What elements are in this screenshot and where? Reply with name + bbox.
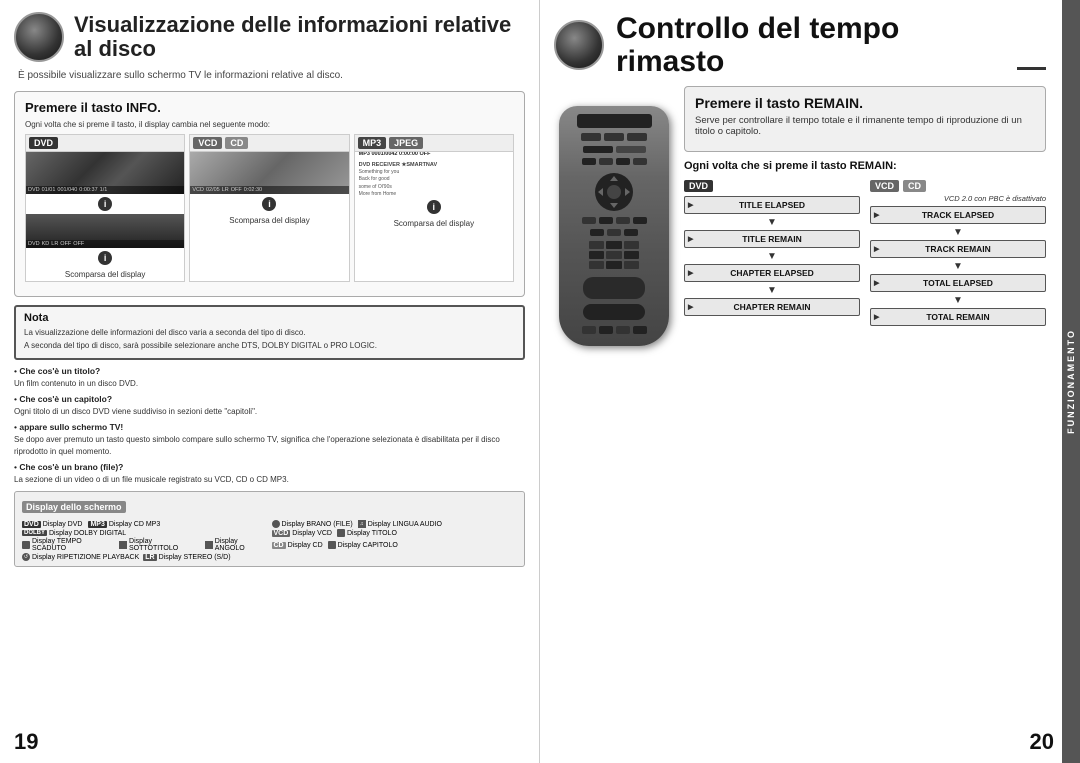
format-col-mp3: MP3 JPEG MP3 0001/0042 0:00:00 OFF DVD R… <box>354 134 514 282</box>
nota-text-2: A seconda del tipo di disco, sarà possib… <box>24 340 515 351</box>
scomparsa-dvd: Scomparsa del display <box>26 268 184 281</box>
flow-track-remain: TRACK REMAIN <box>870 240 1046 258</box>
info-icon-vcd: i <box>262 197 276 211</box>
remain-content: Premere il tasto REMAIN. Serve per contr… <box>684 86 1046 346</box>
section-remain-title: Premere il tasto REMAIN. <box>695 95 1035 111</box>
badge-jpeg: JPEG <box>389 137 423 149</box>
vcd-flow-items: TRACK ELAPSED ▼ TRACK REMAIN ▼ TOTAL ELA… <box>870 206 1046 329</box>
header-right: Controllo del tempo rimasto <box>554 12 1046 78</box>
info-icon-mp3: i <box>427 200 441 214</box>
mp3-jpeg-header: MP3 JPEG <box>355 135 513 152</box>
remote-control <box>559 106 669 346</box>
remain-question: Ogni volta che si preme il tasto REMAIN: <box>684 160 1046 172</box>
info-icon-dvd-2: i <box>98 251 112 265</box>
vcd-flow-badge: VCD <box>870 180 899 192</box>
page-left: Visualizzazione delle informazioni relat… <box>0 0 540 763</box>
scomparsa-mp3: Scomparsa del display <box>355 217 513 230</box>
remote-area <box>554 86 674 346</box>
right-content: Controllo del tempo rimasto <box>554 12 1066 346</box>
page-right: Controllo del tempo rimasto <box>540 0 1080 763</box>
badge-cd: CD <box>225 137 248 149</box>
dvd-header: DVD <box>26 135 184 152</box>
display-item-vcd: VCD Display VCD Display TITOLO <box>272 529 518 537</box>
dpad <box>595 173 633 211</box>
vcd-flow-arrow-2: ▼ <box>870 262 1046 272</box>
flow-chapter-remain: CHAPTER REMAIN <box>684 298 860 316</box>
badge-dvd: DVD <box>29 137 58 149</box>
cd-flow-badge: CD <box>903 180 926 192</box>
display-schermo-title: Display dello schermo <box>22 501 126 513</box>
dvd-flow-header: DVD <box>684 180 860 192</box>
mp3-img: MP3 0001/0042 0:00:00 OFF DVD RECEIVER ★… <box>355 152 513 197</box>
nota-title: Nota <box>24 312 515 324</box>
header-left: Visualizzazione delle informazioni relat… <box>14 12 525 62</box>
display-item-audio: Display BRANO (FILE) ♫ Display LINGUA AU… <box>272 520 518 528</box>
vcd-cd-header: VCD CD <box>190 135 348 152</box>
display-item-dolby: DOLBY Display DOLBY DIGITAL <box>22 529 268 537</box>
dvd-flow-badge: DVD <box>684 180 713 192</box>
dvd-img-top: DVD01/01001/0400:00:371/1 <box>26 152 184 194</box>
vcd-img: VCD02/05LROFF0:02:30 <box>190 152 348 194</box>
page-number-left: 19 <box>14 729 38 755</box>
section-info-box: Premere il tasto INFO. Ogni volta che si… <box>14 91 525 297</box>
flow-title-remain: TITLE REMAIN <box>684 230 860 248</box>
badge-mp3: MP3 <box>358 137 387 149</box>
main-layout-right: Premere il tasto REMAIN. Serve per contr… <box>554 86 1046 346</box>
flow-arrow-3: ▼ <box>684 286 860 296</box>
bullet-appare: • appare sullo schermo TV! Se dopo aver … <box>14 422 525 458</box>
vcd-flow-header: VCD CD <box>870 180 1046 192</box>
display-item-repeat: ↺ Display RIPETIZIONE PLAYBACK LR Displa… <box>22 553 268 561</box>
format-columns: DVD DVD01/01001/0400:00:371/1 i DVDKDLRO… <box>25 134 514 282</box>
display-item-cd: CD Display CD Display CAPITOLO <box>272 538 518 552</box>
display-schermo-box: Display dello schermo DVD Display DVD MP… <box>14 491 525 567</box>
format-col-vcd: VCD CD VCD02/05LROFF0:02:30 i Scomparsa … <box>189 134 349 282</box>
vcd-flow-col: VCD CD VCD 2.0 con PBC è disattivato TRA… <box>870 180 1046 329</box>
bullet-brano: • Che cos'è un brano (file)? La sezione … <box>14 462 525 486</box>
flow-arrow-2: ▼ <box>684 252 860 262</box>
page-left-title: Visualizzazione delle informazioni relat… <box>74 13 525 61</box>
scomparsa-vcd: Scomparsa del display <box>190 214 348 227</box>
nota-box: Nota La visualizzazione delle informazio… <box>14 305 525 360</box>
section-info-title: Premere il tasto INFO. <box>25 100 514 115</box>
header-subtitle: È possibile visualizzare sullo schermo T… <box>14 70 525 81</box>
flow-total-elapsed: TOTAL ELAPSED <box>870 274 1046 292</box>
disc-icon-left <box>14 12 64 62</box>
dvd-flow-items: TITLE ELAPSED ▼ TITLE REMAIN ▼ CHAPTER E… <box>684 196 860 319</box>
badge-vcd: VCD <box>193 137 222 149</box>
dvd-img-bottom: DVDKDLROFFOFF <box>26 214 184 248</box>
vcd-flow-arrow-1: ▼ <box>870 228 1046 238</box>
bullet-section: • Che cos'è un titolo? Un film contenuto… <box>14 366 525 485</box>
vcd-note: VCD 2.0 con PBC è disattivato <box>870 194 1046 203</box>
section-info-bullet: Ogni volta che si preme il tasto, il dis… <box>25 120 514 129</box>
flow-chapter-elapsed: CHAPTER ELAPSED <box>684 264 860 282</box>
bullet-titolo: • Che cos'è un titolo? Un film contenuto… <box>14 366 525 390</box>
vcd-flow-arrow-3: ▼ <box>870 296 1046 306</box>
nota-text-1: La visualizzazione delle informazioni de… <box>24 327 515 338</box>
info-icon-dvd-1: i <box>98 197 112 211</box>
disc-icon-right <box>554 20 604 70</box>
dvd-vcd-row: DVD TITLE ELAPSED ▼ TITLE REMAIN ▼ CHAPT… <box>684 180 1046 329</box>
flow-arrow-1: ▼ <box>684 218 860 228</box>
funzionamento-sidebar: FUNZIONAMENTO <box>1062 0 1080 763</box>
dvd-flow-col: DVD TITLE ELAPSED ▼ TITLE REMAIN ▼ CHAPT… <box>684 180 860 329</box>
bullet-capitolo: • Che cos'è un capitolo? Ogni titolo di … <box>14 394 525 418</box>
section-remain-box: Premere il tasto REMAIN. Serve per contr… <box>684 86 1046 152</box>
page-number-right: 20 <box>1030 729 1054 755</box>
flow-title-elapsed: TITLE ELAPSED <box>684 196 860 214</box>
page-right-title: Controllo del tempo rimasto <box>616 12 1009 78</box>
display-item-tempo: Display TEMPO SCADUTO Display SOTTOTITOL… <box>22 538 268 552</box>
flow-track-elapsed: TRACK ELAPSED <box>870 206 1046 224</box>
funzionamento-text: FUNZIONAMENTO <box>1066 329 1076 434</box>
display-item-dvd: DVD Display DVD MP3 Display CD MP3 <box>22 520 268 528</box>
section-remain-subtitle: Serve per controllare il tempo totale e … <box>695 115 1035 137</box>
display-grid: DVD Display DVD MP3 Display CD MP3 Displ… <box>22 520 517 561</box>
flow-total-remain: TOTAL REMAIN <box>870 308 1046 326</box>
format-col-dvd: DVD DVD01/01001/0400:00:371/1 i DVDKDLRO… <box>25 134 185 282</box>
